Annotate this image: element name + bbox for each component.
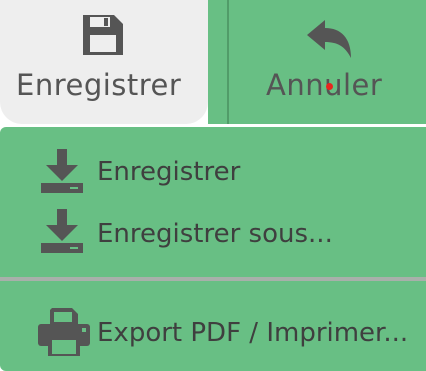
menu-item-save-as-label: Enregistrer sous... [97,219,333,249]
undo-button-label: Annuler [266,68,383,102]
floppy-disk-icon [83,15,123,55]
printer-icon [38,308,90,356]
undo-arrow-icon [307,20,351,58]
undo-button[interactable]: Annuler [229,0,426,124]
save-dropdown-menu: Enregistrer Enregistrer sous... Export P… [0,127,426,371]
save-button[interactable]: Enregistrer [0,0,208,124]
cursor-indicator [326,83,333,90]
toolbar: Enregistrer Annuler [0,0,426,124]
app-root: Enregistrer Annuler Enregistrer Enregist… [0,0,426,371]
menu-item-export-pdf[interactable]: Export PDF / Imprimer... [0,304,426,364]
menu-item-export-pdf-label: Export PDF / Imprimer... [97,318,409,348]
menu-item-save[interactable]: Enregistrer [0,145,426,205]
menu-item-save-as[interactable]: Enregistrer sous... [0,207,426,267]
download-icon [41,209,83,253]
save-button-label: Enregistrer [16,68,182,102]
menu-item-save-label: Enregistrer [97,157,241,187]
menu-divider [0,277,426,281]
download-icon [41,149,83,193]
